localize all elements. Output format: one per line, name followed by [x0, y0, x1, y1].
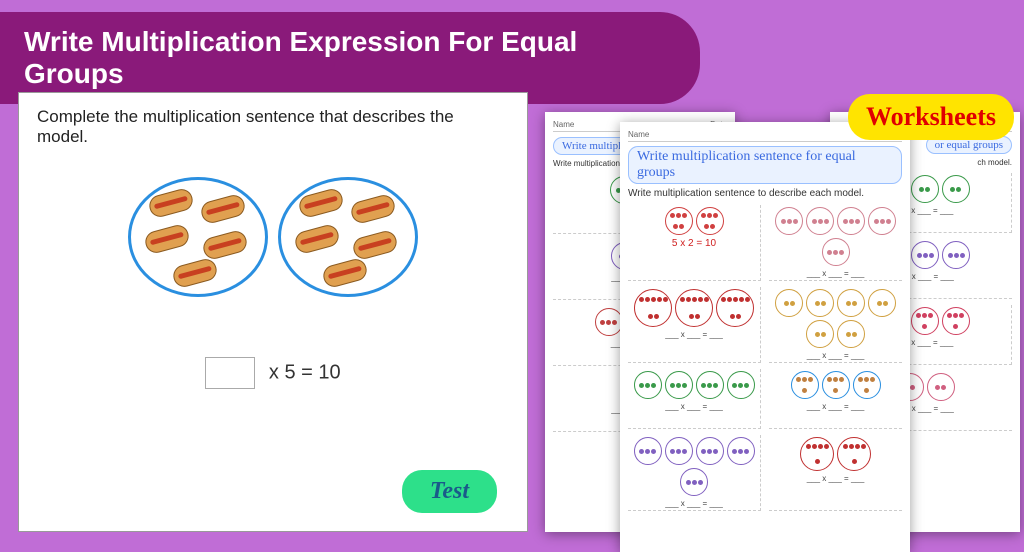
worksheet-preview: Name Date Write multiplication sentence …: [620, 122, 910, 552]
worksheets-badge: Worksheets: [848, 94, 1014, 140]
blank-equation: ___ x ___ = ___: [771, 402, 900, 411]
worksheet-subtitle: Write multiplication sentence to describ…: [628, 188, 902, 199]
worksheet-title: Write multiplication sentence for equal …: [628, 146, 902, 184]
blank-equation: ___ x ___ = ___: [771, 269, 900, 278]
blank-equation: ___ x ___ = ___: [630, 499, 758, 508]
hotdog-icon: [171, 257, 219, 290]
name-label: Name: [628, 130, 649, 139]
test-button[interactable]: Test: [402, 470, 497, 513]
hotdog-icon: [349, 193, 397, 226]
hotdog-icon: [147, 187, 195, 220]
blank-equation: ___ x ___ = ___: [771, 474, 900, 483]
group-circle: [278, 177, 418, 297]
hotdog-icon: [199, 193, 247, 226]
equation-row: x 5 = 10: [37, 357, 509, 389]
model-area: [37, 177, 509, 297]
answer-input[interactable]: [205, 357, 255, 389]
hotdog-icon: [321, 257, 369, 290]
blank-equation: ___ x ___ = ___: [771, 351, 900, 360]
hotdog-icon: [351, 229, 399, 262]
hotdog-icon: [143, 223, 191, 256]
hotdog-icon: [293, 223, 341, 256]
hotdog-icon: [201, 229, 249, 262]
blank-equation: ___ x ___ = ___: [630, 330, 758, 339]
name-label: Name: [553, 120, 574, 129]
example-equation: 5 x 2 = 10: [630, 238, 758, 249]
instruction-text: Complete the multiplication sentence tha…: [37, 107, 509, 147]
page-title: Write Multiplication Expression For Equa…: [0, 12, 700, 104]
equation-suffix: x 5 = 10: [269, 362, 341, 384]
test-card: Complete the multiplication sentence tha…: [18, 92, 528, 532]
hotdog-icon: [297, 187, 345, 220]
blank-equation: ___ x ___ = ___: [630, 402, 758, 411]
group-circle: [128, 177, 268, 297]
